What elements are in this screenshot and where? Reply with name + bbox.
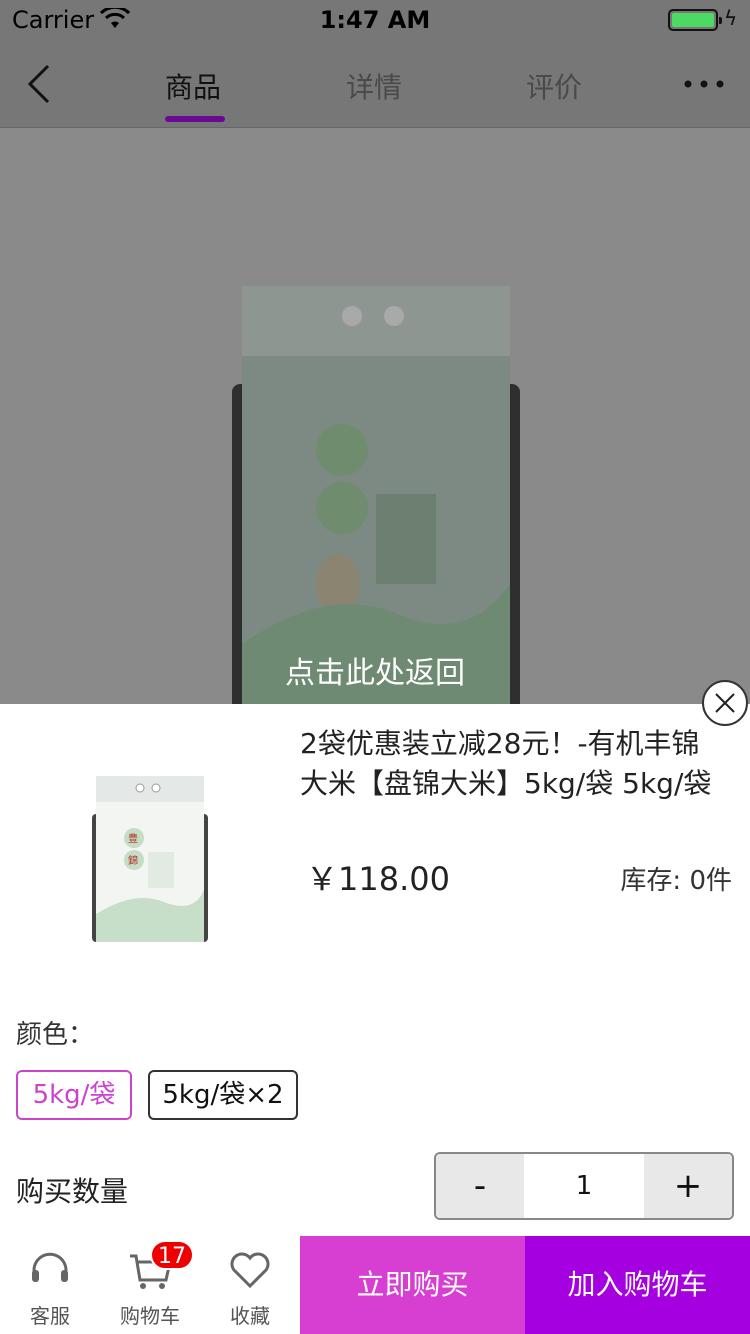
close-sheet-button[interactable] [702, 680, 748, 726]
tab-details[interactable]: 详情 [324, 66, 424, 106]
product-image-backdrop[interactable]: 点击此处返回 [0, 128, 750, 704]
customer-service-label: 客服 [30, 1304, 70, 1328]
cart-label: 购物车 [120, 1304, 180, 1328]
stock-count: 库存: 0件 [620, 866, 732, 896]
rice-bag-image [232, 286, 520, 704]
status-time: 1:47 AM [319, 6, 431, 34]
charging-bolt-icon: ϟ [724, 6, 738, 30]
cart-count-badge: 17 [150, 1240, 194, 1270]
svg-text:錦: 錦 [128, 854, 138, 867]
close-icon [715, 693, 735, 713]
tab-goods[interactable]: 商品 [143, 66, 243, 106]
svg-text:豊: 豊 [128, 832, 138, 845]
favorite-button[interactable]: 收藏 [210, 1236, 290, 1334]
option-5kg-bag-x2[interactable]: 5kg/袋×2 [148, 1070, 298, 1120]
customer-service-icon [32, 1252, 68, 1282]
more-options-icon[interactable] [680, 76, 728, 92]
quantity-value[interactable]: 1 [524, 1154, 644, 1218]
option-5kg-bag[interactable]: 5kg/袋 [16, 1070, 132, 1120]
color-label: 颜色： [16, 1020, 95, 1050]
battery-icon [668, 9, 722, 31]
nav-bar: 商品 详情 评价 [0, 40, 750, 128]
bottom-toolbar: 客服 购物车 17 收藏 立即购买 加入购物车 [0, 1236, 750, 1334]
quantity-label: 购买数量 [16, 1175, 129, 1208]
sku-selection-sheet: 豊 錦 2袋优惠装立减28元！-有机丰锦大米【盘锦大米】5kg/袋 5kg/袋 … [0, 704, 750, 1236]
add-to-cart-button[interactable]: 加入购物车 [525, 1236, 750, 1334]
product-thumbnail: 豊 錦 [92, 776, 208, 942]
favorite-label: 收藏 [230, 1304, 270, 1328]
heart-icon [230, 1252, 270, 1289]
tab-reviews[interactable]: 评价 [504, 66, 604, 106]
status-bar: Carrier 1:47 AM ϟ [0, 0, 750, 40]
decrease-button[interactable]: - [436, 1154, 524, 1218]
customer-service-button[interactable]: 客服 [10, 1236, 90, 1334]
product-title: 2袋优惠装立减28元！-有机丰锦大米【盘锦大米】5kg/袋 5kg/袋 [300, 727, 712, 800]
active-tab-indicator [165, 116, 225, 122]
return-hint[interactable]: 点击此处返回 [0, 648, 750, 692]
buy-now-button[interactable]: 立即购买 [300, 1236, 525, 1334]
back-chevron-icon[interactable] [20, 62, 60, 106]
quantity-stepper: - 1 + [434, 1152, 734, 1220]
increase-button[interactable]: + [644, 1154, 732, 1218]
product-price: ￥118.00 [306, 860, 450, 898]
